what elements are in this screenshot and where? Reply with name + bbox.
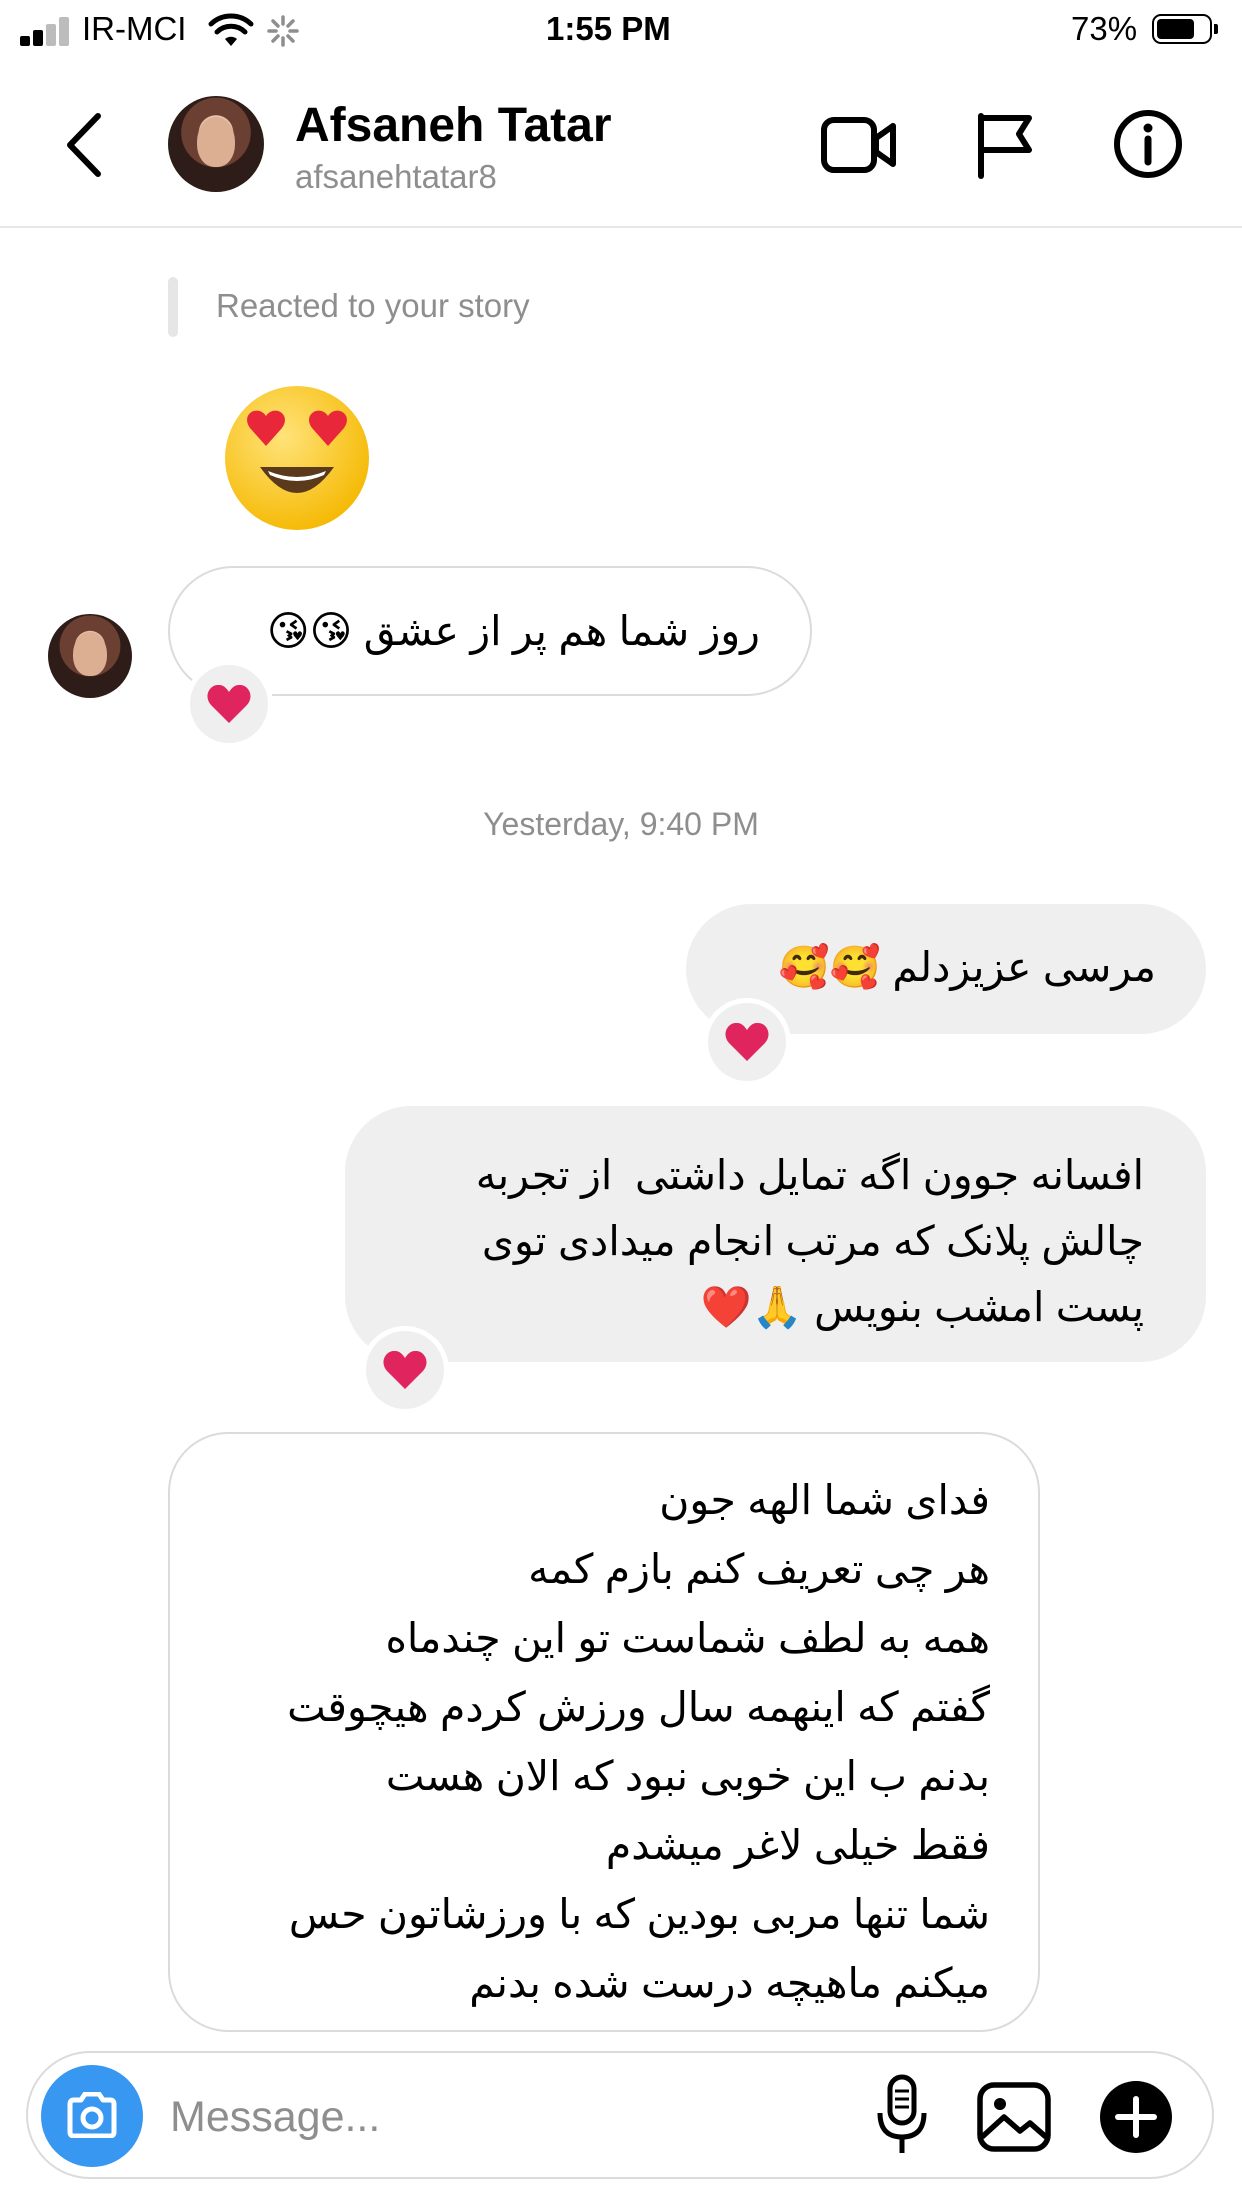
flag-icon[interactable]: [973, 110, 1037, 180]
sender-avatar[interactable]: [48, 614, 132, 698]
heart-eyes-emoji[interactable]: [222, 383, 372, 533]
message-bubble-incoming[interactable]: روز شما هم پر از عشق 😘😘: [168, 566, 812, 696]
heart-reaction-icon[interactable]: [703, 998, 791, 1086]
avatar[interactable]: [168, 96, 264, 192]
microphone-icon[interactable]: [874, 2073, 930, 2159]
carrier-label: IR-MCI: [82, 10, 187, 47]
video-call-icon[interactable]: [820, 114, 898, 176]
message-bubble-incoming[interactable]: فدای شما الهه جون هر چی تعریف کنم بازم ک…: [168, 1432, 1040, 2032]
wifi-icon: [208, 13, 254, 46]
message-input[interactable]: [168, 2083, 772, 2151]
status-bar: IR-MCI 1:55 PM 73%: [0, 0, 1242, 62]
clock: 1:55 PM: [546, 10, 671, 47]
plus-icon[interactable]: [1098, 2079, 1174, 2155]
gallery-icon[interactable]: [976, 2081, 1052, 2153]
contact-username[interactable]: afsanehtatar8: [295, 158, 497, 196]
chat-header: Afsaneh Tatar afsanehtatar8: [0, 62, 1242, 228]
info-icon[interactable]: [1112, 108, 1184, 180]
heart-reaction-icon[interactable]: [185, 660, 273, 748]
signal-icon: [20, 16, 76, 46]
story-reaction-label: Reacted to your story: [216, 287, 530, 324]
battery-icon: [1152, 14, 1218, 44]
battery-percent: 73%: [1071, 10, 1138, 47]
heart-reaction-icon[interactable]: [361, 1326, 449, 1414]
camera-icon: [67, 2092, 117, 2138]
back-chevron-icon[interactable]: [60, 110, 108, 180]
activity-spinner-icon: [267, 15, 299, 47]
contact-name[interactable]: Afsaneh Tatar: [295, 98, 612, 153]
message-composer: [26, 2051, 1214, 2179]
message-bubble-outgoing[interactable]: افسانه جوون اگه تمایل داشتی از تجربه چال…: [345, 1106, 1206, 1362]
camera-button[interactable]: [41, 2065, 143, 2167]
story-reply-line: [168, 277, 178, 337]
timestamp-divider: Yesterday, 9:40 PM: [483, 806, 759, 842]
